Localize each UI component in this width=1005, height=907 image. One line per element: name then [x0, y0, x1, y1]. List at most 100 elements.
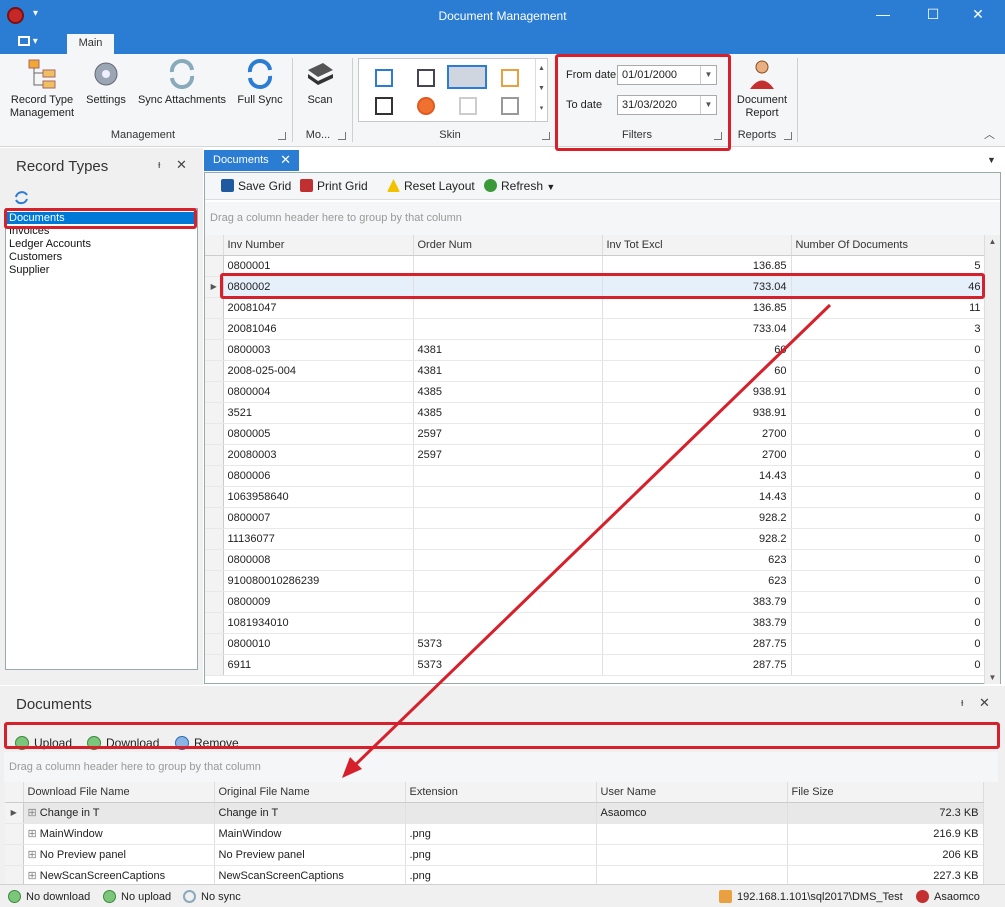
chevron-down-icon[interactable]: ▼: [546, 182, 555, 192]
table-cell[interactable]: 20081047: [223, 297, 414, 319]
settings-button[interactable]: Settings: [84, 58, 128, 107]
table-cell[interactable]: [413, 591, 603, 613]
row-indicator[interactable]: [205, 360, 224, 382]
row-indicator[interactable]: [205, 507, 224, 529]
expand-icon[interactable]: ⊞: [28, 849, 40, 861]
skin-gallery[interactable]: ▲ ▼ ▾: [358, 58, 548, 122]
table-cell[interactable]: [413, 528, 603, 550]
maximize-button[interactable]: ☐: [923, 6, 943, 23]
row-indicator[interactable]: ▶: [5, 802, 24, 824]
tab-main[interactable]: Main: [67, 34, 114, 54]
skin-option-icon[interactable]: [375, 97, 393, 115]
table-cell[interactable]: [413, 570, 603, 592]
table-cell[interactable]: 0: [791, 360, 986, 382]
table-cell[interactable]: 0: [791, 633, 986, 655]
table-cell[interactable]: 383.79: [602, 591, 792, 613]
skin-option-selected-icon[interactable]: [447, 65, 487, 89]
table-cell[interactable]: [413, 297, 603, 319]
scroll-down-icon[interactable]: ▼: [985, 673, 1000, 682]
row-indicator[interactable]: [205, 297, 224, 319]
mo-launcher-icon[interactable]: [338, 132, 346, 140]
table-cell[interactable]: 0: [791, 381, 986, 403]
row-indicator[interactable]: [205, 339, 224, 361]
table-cell[interactable]: 0: [791, 612, 986, 634]
table-cell[interactable]: [405, 802, 597, 824]
table-cell[interactable]: 1063958640: [223, 486, 414, 508]
file-menu-button[interactable]: ▾: [18, 36, 46, 50]
column-header[interactable]: Order Num: [413, 235, 603, 256]
table-cell[interactable]: 0: [791, 570, 986, 592]
close-panel-icon[interactable]: ✕: [176, 157, 187, 173]
row-indicator[interactable]: [205, 549, 224, 571]
table-row[interactable]: 910080010286239 623 0: [205, 570, 986, 592]
document-report-button[interactable]: Document Report: [735, 58, 789, 120]
management-launcher-icon[interactable]: [278, 132, 286, 140]
group-by-panel[interactable]: Drag a column header here to group by th…: [205, 202, 1000, 235]
table-cell[interactable]: 0: [791, 423, 986, 445]
list-item[interactable]: Supplier: [9, 264, 49, 276]
table-row[interactable]: 0800004 4385 938.91 0: [205, 381, 986, 403]
grid-scrollbar[interactable]: ▲ ▼: [984, 235, 1000, 684]
table-row[interactable]: ▶ ⊞ Change in T Change in T Asaomco 72.3 KB: [5, 802, 984, 824]
close-button[interactable]: ✕: [968, 6, 988, 23]
table-cell[interactable]: 938.91: [602, 402, 792, 424]
table-cell[interactable]: 623: [602, 570, 792, 592]
table-cell[interactable]: 910080010286239: [223, 570, 414, 592]
table-cell[interactable]: 0: [791, 486, 986, 508]
scroll-up-icon[interactable]: ▲: [985, 237, 1000, 246]
table-cell[interactable]: 0: [791, 339, 986, 361]
table-cell[interactable]: 6911: [223, 654, 414, 676]
table-cell[interactable]: 383.79: [602, 612, 792, 634]
table-cell[interactable]: 0: [791, 654, 986, 676]
close-tab-icon[interactable]: ✕: [280, 152, 291, 168]
record-type-management-button[interactable]: Record Type Management: [8, 58, 76, 120]
table-cell[interactable]: ⊞ MainWindow: [23, 823, 215, 845]
column-header[interactable]: User Name: [596, 782, 788, 803]
skin-option-icon[interactable]: [417, 97, 435, 115]
tab-documents[interactable]: Documents ✕: [204, 150, 299, 171]
table-cell[interactable]: [413, 486, 603, 508]
table-row[interactable]: 20080003 2597 2700 0: [205, 444, 986, 466]
table-cell[interactable]: [413, 612, 603, 634]
table-cell[interactable]: ⊞ No Preview panel: [23, 844, 215, 866]
close-panel-icon[interactable]: ✕: [979, 695, 990, 711]
table-cell[interactable]: [413, 465, 603, 487]
row-indicator[interactable]: [205, 444, 224, 466]
expand-icon[interactable]: ⊞: [28, 828, 40, 840]
table-cell[interactable]: .png: [405, 823, 597, 845]
column-header[interactable]: Original File Name: [214, 782, 406, 803]
table-cell[interactable]: [596, 865, 788, 887]
table-cell[interactable]: 1081934010: [223, 612, 414, 634]
table-cell[interactable]: 14.43: [602, 486, 792, 508]
table-cell[interactable]: 60: [602, 360, 792, 382]
row-indicator[interactable]: [205, 570, 224, 592]
table-cell[interactable]: 11: [791, 297, 986, 319]
table-cell[interactable]: 2008-025-004: [223, 360, 414, 382]
table-row[interactable]: ⊞ No Preview panel No Preview panel .png 20…: [5, 844, 984, 866]
refresh-icon[interactable]: [13, 189, 30, 206]
table-row[interactable]: 0800007 928.2 0: [205, 507, 986, 529]
table-cell[interactable]: 287.75: [602, 654, 792, 676]
table-cell[interactable]: 14.43: [602, 465, 792, 487]
table-row[interactable]: 0800005 2597 2700 0: [205, 423, 986, 445]
row-indicator[interactable]: [205, 591, 224, 613]
table-cell[interactable]: 0800003: [223, 339, 414, 361]
table-cell[interactable]: 5373: [413, 633, 603, 655]
row-indicator[interactable]: [205, 465, 224, 487]
table-cell[interactable]: 0: [791, 528, 986, 550]
table-cell[interactable]: 0800007: [223, 507, 414, 529]
row-indicator[interactable]: [205, 633, 224, 655]
table-row[interactable]: 20081046 733.04 3: [205, 318, 986, 340]
table-cell[interactable]: ⊞ NewScanScreenCaptions: [23, 865, 215, 887]
table-cell[interactable]: 206 KB: [787, 844, 984, 866]
skin-option-icon[interactable]: [501, 97, 519, 115]
table-row[interactable]: 0800009 383.79 0: [205, 591, 986, 613]
skin-launcher-icon[interactable]: [542, 132, 550, 140]
table-cell[interactable]: .png: [405, 865, 597, 887]
table-cell[interactable]: 0: [791, 549, 986, 571]
save-grid-button[interactable]: Save Grid: [221, 179, 291, 193]
column-header[interactable]: Number Of Documents: [791, 235, 986, 256]
row-indicator[interactable]: [205, 612, 224, 634]
table-row[interactable]: 0800008 623 0: [205, 549, 986, 571]
table-cell[interactable]: 0800009: [223, 591, 414, 613]
